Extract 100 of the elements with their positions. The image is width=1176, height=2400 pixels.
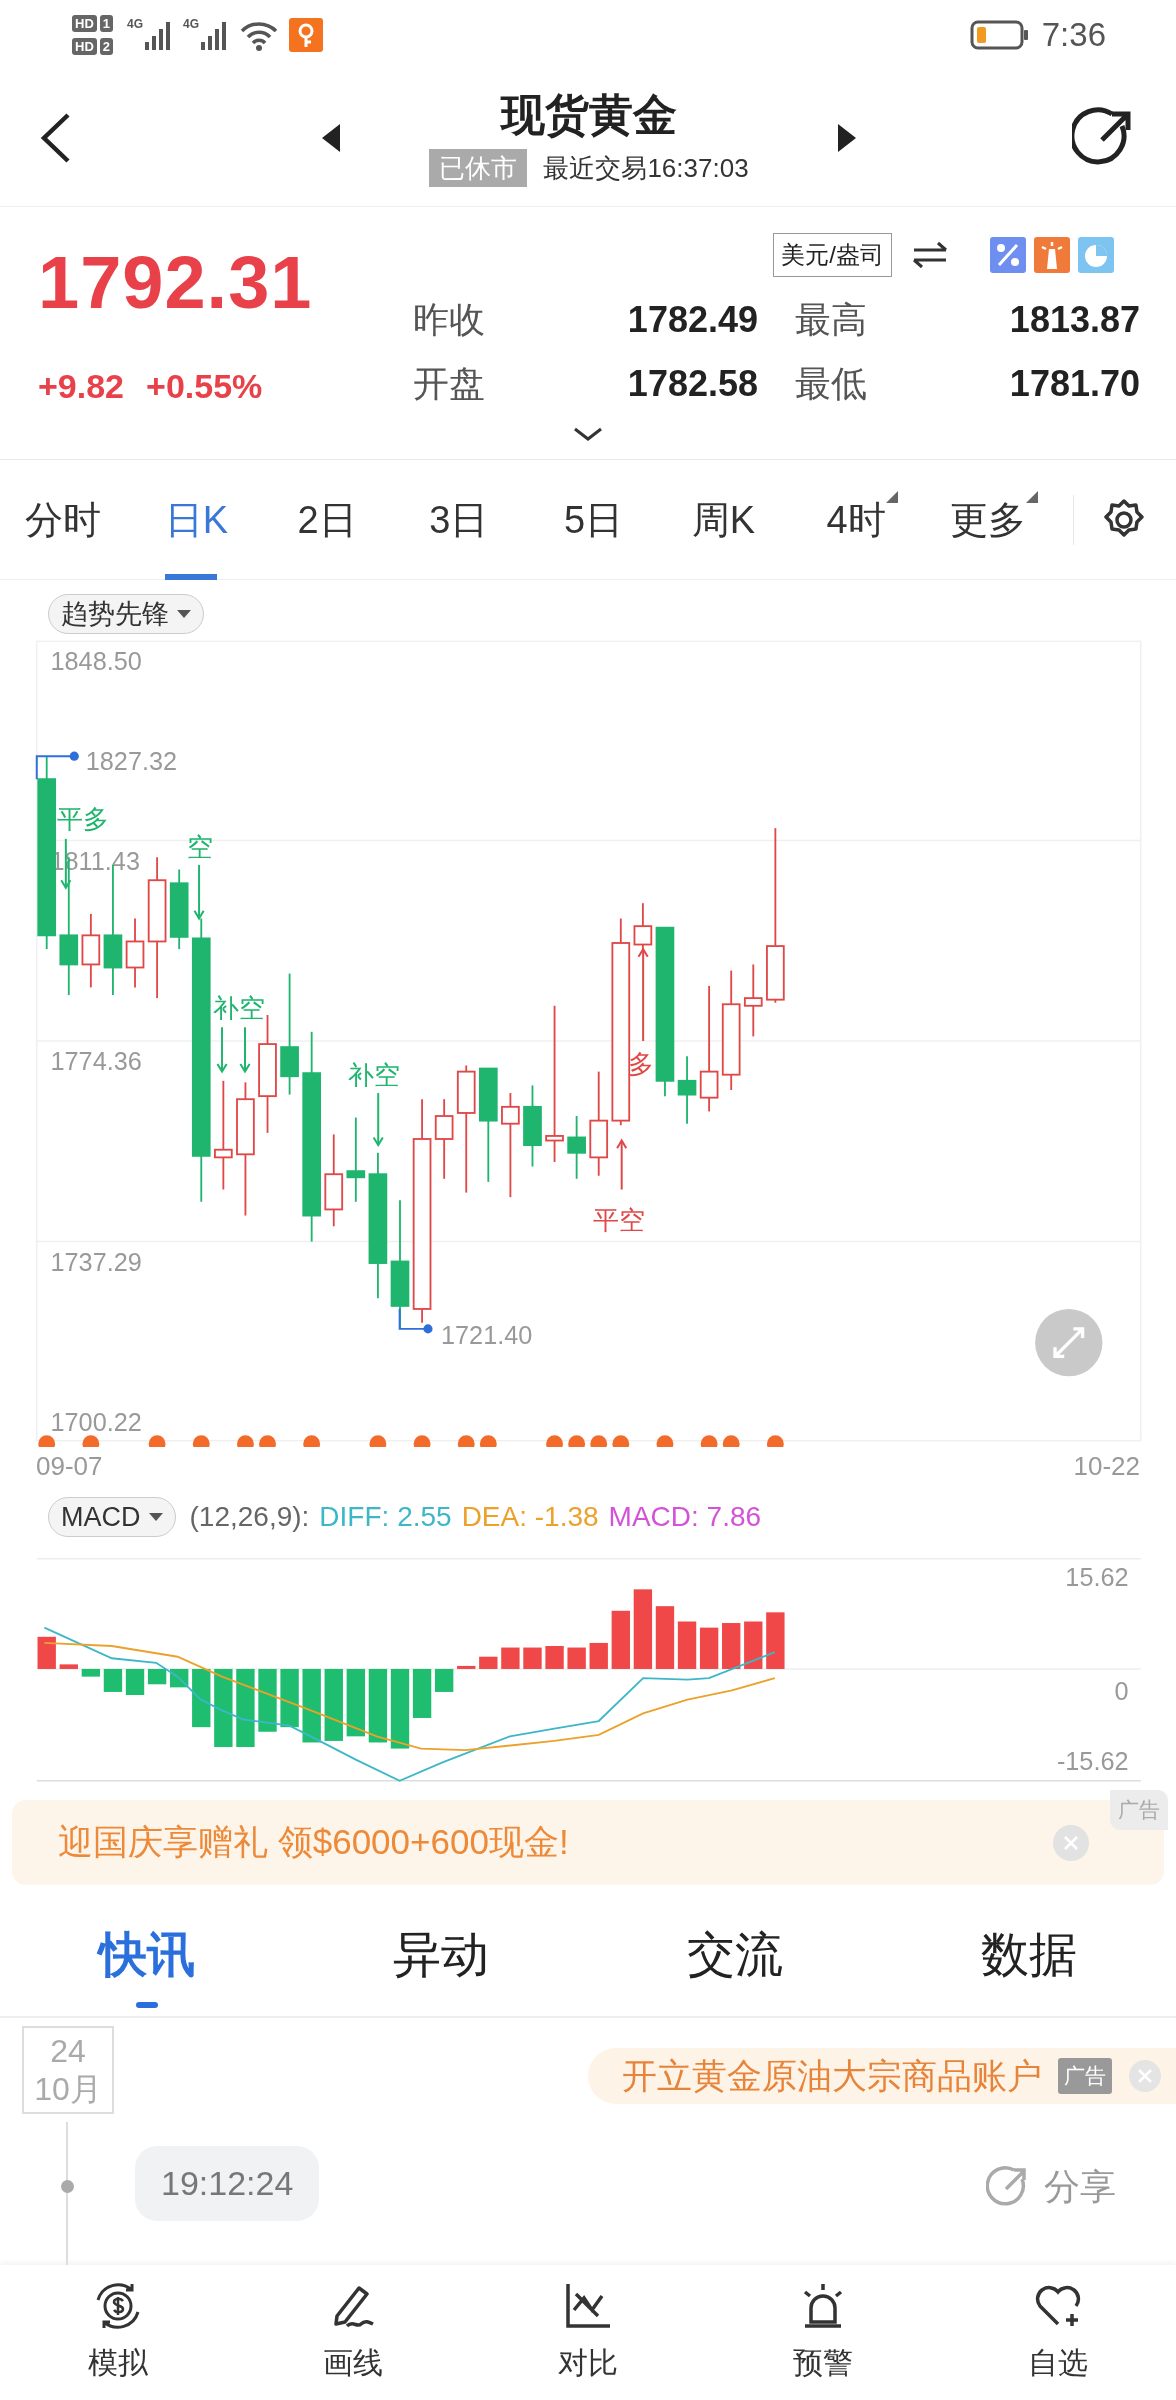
previous-button[interactable]	[322, 124, 340, 152]
period-tab[interactable]: 分时	[25, 459, 165, 580]
news-tab[interactable]: 交流	[588, 1893, 882, 2016]
period-tab[interactable]: 5日	[564, 459, 692, 580]
candlestick	[125, 917, 145, 989]
ad-tag: 广告	[1058, 2058, 1112, 2094]
unit-button[interactable]: 美元/盎司	[773, 233, 892, 277]
macd-bar	[479, 1656, 498, 1669]
triangle-left-icon	[322, 124, 340, 152]
signal-label: 平空	[592, 1205, 645, 1236]
lighthouse-icon[interactable]	[1034, 237, 1070, 273]
news-tab[interactable]: 快讯	[0, 1893, 294, 2016]
page-title: 现货黄金	[501, 88, 677, 141]
macd-bar	[457, 1665, 476, 1669]
macd-params: (12,26,9):	[189, 1500, 310, 1534]
macd-bar	[545, 1646, 564, 1669]
app-notification-icon	[289, 18, 324, 52]
signal-label: 补空	[347, 1059, 400, 1090]
macd-bar	[103, 1668, 123, 1692]
last-trade-time: 最近交易16:37:03	[543, 151, 749, 185]
last-price: 1792.31	[38, 241, 314, 325]
macd-bar	[589, 1642, 608, 1669]
macd-bar	[125, 1668, 145, 1695]
clock: 7:36	[1041, 15, 1106, 56]
wifi-icon	[239, 19, 280, 51]
macd-bar	[523, 1647, 542, 1669]
macd-value: DIFF: 2.55	[319, 1500, 452, 1534]
candlestick	[567, 1115, 586, 1180]
date-axis-label: 10-22	[1073, 1450, 1140, 1480]
macd-bar	[766, 1612, 785, 1669]
macd-bar	[699, 1627, 719, 1669]
sim-label: HD	[72, 38, 97, 55]
swap-icon[interactable]	[910, 240, 950, 270]
next-button[interactable]	[838, 124, 856, 152]
candlestick	[633, 902, 653, 951]
sim-slot: 2	[99, 38, 113, 55]
macd-bar	[655, 1606, 675, 1669]
date-day: 24	[50, 2032, 86, 2070]
sim-slot: 1	[99, 15, 113, 32]
macd-dropdown[interactable]: MACD	[48, 1497, 176, 1537]
macd-value: MACD: 7.86	[608, 1500, 762, 1534]
sim-label: HD	[72, 15, 97, 32]
network-type: 4G	[183, 18, 200, 30]
news-time: 19:12:24	[135, 2146, 320, 2221]
period-tab[interactable]: 4时	[826, 459, 951, 580]
period-tab[interactable]: 日K	[164, 459, 298, 580]
macd-bar	[59, 1664, 78, 1669]
high-marker	[35, 751, 79, 781]
macd-bar	[412, 1668, 432, 1718]
indicator-dropdown[interactable]: 趋势先锋	[48, 593, 204, 634]
signal-label: 多	[627, 1049, 654, 1080]
expand-chevron-icon[interactable]	[573, 427, 603, 441]
macd-bar	[722, 1623, 741, 1669]
macd-bar	[744, 1621, 763, 1669]
macd-bar	[611, 1610, 630, 1669]
battery-icon	[969, 19, 1030, 51]
price-axis-label: 1774.36	[50, 1047, 142, 1076]
ad-tag: 广告	[1110, 1790, 1168, 1830]
triangle-right-icon	[838, 124, 856, 152]
signal-label: 平多	[56, 804, 109, 835]
macd-bar	[192, 1668, 211, 1728]
nav-item[interactable]: 画线	[235, 2265, 471, 2400]
macd-bar	[677, 1621, 697, 1669]
date-month: 10月	[34, 2070, 102, 2108]
low-price-label: 1721.40	[441, 1321, 533, 1350]
high-price-label: 1827.32	[85, 746, 178, 775]
period-tab[interactable]: 周K	[691, 459, 827, 580]
news-tab[interactable]: 数据	[882, 1893, 1176, 2016]
macd-bar	[434, 1668, 454, 1692]
period-tab[interactable]: 3日	[429, 459, 564, 580]
stat-label: 最高	[794, 298, 868, 342]
macd-bar	[280, 1668, 299, 1728]
candlestick	[677, 1055, 697, 1125]
macd-axis-label: 15.62	[1065, 1563, 1129, 1592]
macd-bar	[501, 1647, 520, 1669]
macd-value: DEA: -1.38	[461, 1500, 599, 1534]
market-status-badge: 已休市	[429, 149, 528, 187]
signal-label: 补空	[212, 992, 265, 1023]
stat-label: 昨收	[413, 298, 486, 342]
stat-label: 最低	[794, 362, 868, 406]
price-change: +9.82	[38, 366, 125, 407]
macd-axis-label: -15.62	[1056, 1747, 1129, 1776]
macd-bar	[81, 1668, 101, 1677]
price-axis-label: 1737.29	[50, 1247, 142, 1276]
low-marker	[398, 1307, 433, 1334]
nav-item[interactable]: 模拟	[0, 2265, 236, 2400]
macd-bar	[37, 1636, 56, 1669]
percent-icon[interactable]	[990, 237, 1026, 273]
news-tab[interactable]: 异动	[294, 1893, 588, 2016]
period-tab[interactable]: 2日	[297, 459, 430, 580]
nav-item[interactable]: 自选	[940, 2265, 1176, 2400]
network-type: 4G	[127, 18, 144, 30]
stat-value: 1782.49	[626, 298, 758, 342]
percent-change: +0.55%	[146, 366, 263, 407]
nav-item[interactable]: 对比	[470, 2265, 706, 2400]
period-tab[interactable]: 更多	[950, 459, 1074, 580]
nav-item[interactable]: 预警	[705, 2265, 941, 2400]
price-axis-label: 1848.50	[50, 647, 142, 676]
stat-value: 1782.58	[626, 362, 758, 406]
timeline-dot	[61, 2180, 74, 2193]
